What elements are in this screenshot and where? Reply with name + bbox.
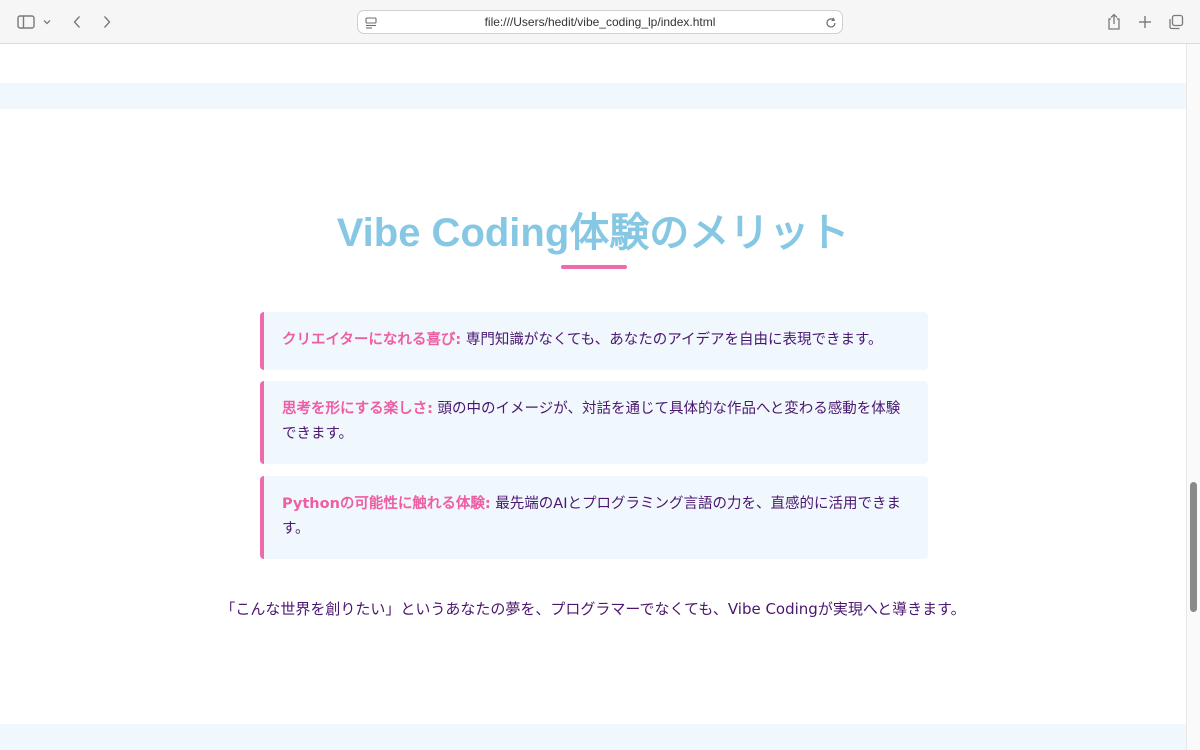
merit-card-label: Pythonの可能性に触れる体験: bbox=[282, 496, 491, 512]
tabs-overview-icon[interactable] bbox=[1164, 10, 1188, 34]
sidebar-icon[interactable] bbox=[14, 10, 38, 34]
share-icon[interactable] bbox=[1102, 10, 1126, 34]
section-title: Vibe Coding体験のメリット bbox=[336, 211, 850, 255]
browser-toolbar: file:///Users/hedit/vibe_coding_lp/index… bbox=[0, 0, 1200, 44]
merit-card: Pythonの可能性に触れる体験: 最先端のAIとプログラミング言語の力を、直感… bbox=[260, 476, 928, 559]
page-viewport: Vibe Coding体験のメリット クリエイターになれる喜び: 専門知識がなく… bbox=[0, 44, 1186, 750]
chevron-down-icon[interactable] bbox=[40, 10, 54, 34]
url-text[interactable]: file:///Users/hedit/vibe_coding_lp/index… bbox=[485, 15, 716, 29]
scrollbar-thumb[interactable] bbox=[1190, 482, 1197, 612]
merit-card: 思考を形にする楽しさ: 頭の中のイメージが、対話を通じて具体的な作品へと変わる感… bbox=[260, 381, 928, 464]
merit-card-label: 思考を形にする楽しさ: bbox=[282, 401, 433, 417]
plus-icon[interactable] bbox=[1133, 10, 1157, 34]
scrollbar-track[interactable] bbox=[1186, 44, 1200, 750]
merit-card-text: 専門知識がなくても、あなたのアイデアを自由に表現できます。 bbox=[461, 332, 883, 348]
chevron-left-icon[interactable] bbox=[66, 10, 88, 34]
chevron-right-icon[interactable] bbox=[96, 10, 118, 34]
reload-icon[interactable] bbox=[824, 15, 838, 29]
merit-card-label: クリエイターになれる喜び: bbox=[282, 332, 462, 348]
section-divider-top bbox=[0, 83, 1186, 109]
section-divider-bottom bbox=[0, 724, 1186, 750]
closing-text: 「こんな世界を創りたい」というあなたの夢を、プログラマーでなくても、Vibe C… bbox=[220, 600, 966, 618]
page-icon bbox=[364, 15, 378, 29]
merit-card: クリエイターになれる喜び: 専門知識がなくても、あなたのアイデアを自由に表現でき… bbox=[260, 312, 928, 370]
address-bar[interactable]: file:///Users/hedit/vibe_coding_lp/index… bbox=[357, 10, 843, 34]
title-underline bbox=[561, 265, 627, 269]
